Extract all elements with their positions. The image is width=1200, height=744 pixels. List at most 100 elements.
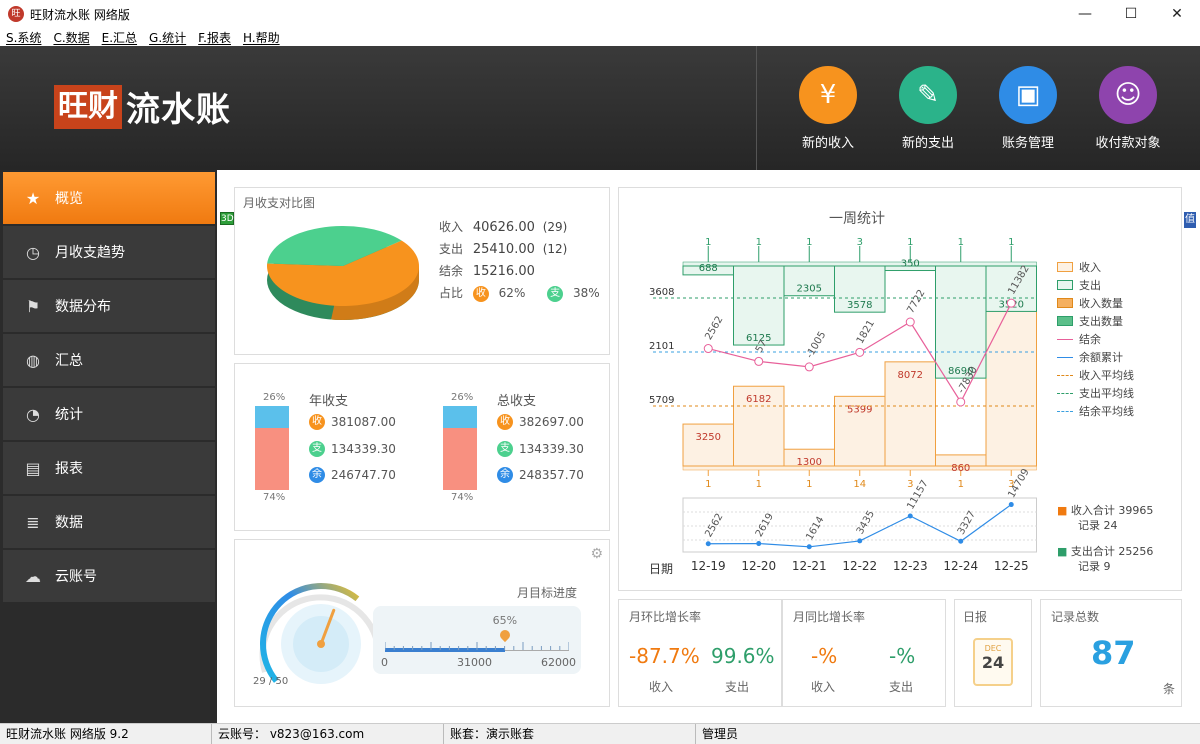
window-title: 旺财流水账 网络版 <box>30 7 130 22</box>
clock-icon: ◷ <box>26 242 40 262</box>
calendar-day: 24 <box>981 653 1005 672</box>
sidebar-item-monthly-trend[interactable]: ◷ 月收支趋势 <box>3 226 215 278</box>
circles-icon: ◍ <box>26 350 40 370</box>
calendar-icon: DEC 24 <box>973 638 1013 686</box>
income-badge: 收 <box>309 414 325 430</box>
account-manage-button[interactable]: ▣ 账务管理 <box>988 66 1068 151</box>
menu-summary[interactable]: E.汇总 <box>102 29 137 46</box>
yoy-expense: -% <box>889 644 916 668</box>
expense-label: 支出 <box>439 242 464 256</box>
sidebar-item-label: 云账号 <box>55 569 97 585</box>
balance-label: 结余 <box>439 264 464 278</box>
total-expense: 134339.30 <box>519 441 584 456</box>
status-bar: 旺财流水账 网络版 9.2 云账号： v823@163.com 账套：演示账套 … <box>0 723 1200 744</box>
value-toggle-badge[interactable]: 值 <box>1184 212 1196 228</box>
balance-avg-line-label: 2101 <box>649 341 674 352</box>
balance-point <box>905 317 915 327</box>
legend-item: 支出数量 <box>1057 312 1177 330</box>
cumulative-point <box>907 513 913 519</box>
monthly-compare-panel: 月收支对比图 收入 40626.00 (29) 支出 25410.00 (12)… <box>234 187 610 355</box>
target-count: 29 / 50 <box>253 676 289 687</box>
expense-count-label: 1 <box>1008 237 1014 248</box>
sidebar-item-cloud[interactable]: ☁ 云账号 <box>3 550 215 602</box>
menu-help[interactable]: H.帮助 <box>243 29 280 46</box>
progress-ticks <box>385 642 569 650</box>
sidebar-item-report[interactable]: ▤ 报表 <box>3 442 215 494</box>
sidebar-item-statistics[interactable]: ◔ 统计 <box>3 388 215 440</box>
year-bottom-pct: 74% <box>263 492 286 503</box>
daily-report-panel[interactable]: 日报 DEC 24 <box>954 599 1032 707</box>
logo-box: 旺财 <box>54 84 122 129</box>
annual-panel: 26% 74% 年收支 收 381087.00 支 134339.30 余 24674… <box>234 363 610 531</box>
expense-count-strip <box>682 261 1037 267</box>
legend-swatch <box>1057 356 1073 358</box>
income-value-label: 8072 <box>898 370 923 381</box>
income-total: 39965 <box>1118 504 1154 517</box>
legend-label: 收入平均线 <box>1079 369 1134 382</box>
expense-count-label: 3 <box>857 237 863 248</box>
cumulative-point <box>705 541 711 547</box>
yoy-income-label: 收入 <box>811 680 836 694</box>
yen-icon: ¥ <box>799 66 857 124</box>
income-label: 收入 <box>439 220 464 234</box>
legend-item: 结余平均线 <box>1057 402 1177 420</box>
records-count: 87 <box>1091 634 1136 672</box>
expense-avg-line-label: 3608 <box>649 287 674 298</box>
close-button[interactable]: ✕ <box>1154 0 1200 28</box>
date-label: 12-25 <box>994 559 1029 573</box>
expense-bar <box>935 265 987 379</box>
year-bar-bottom <box>255 427 289 490</box>
expense-badge: 支 <box>547 285 564 302</box>
balance-point <box>956 397 966 407</box>
mom-income-label: 收入 <box>649 680 674 694</box>
new-expense-button[interactable]: ✎ 新的支出 <box>888 66 968 151</box>
contact-icon: ☺ <box>1099 66 1157 124</box>
legend-label: 余额累计 <box>1079 351 1123 364</box>
progress-marker <box>497 627 512 643</box>
income-total-label: 收入合计 <box>1070 504 1115 517</box>
sidebar-item-distribution[interactable]: ⚑ 数据分布 <box>3 280 215 332</box>
expense-count: (12) <box>542 242 568 256</box>
income-count-label: 1 <box>806 479 812 490</box>
sidebar: ★ 概览 ◷ 月收支趋势 ⚑ 数据分布 ◍ 汇总 ◔ 统计 ▤ 报表 ≣ 数据 … <box>0 170 217 723</box>
menu-data[interactable]: C.数据 <box>53 29 89 46</box>
gear-icon[interactable]: ⚙ <box>590 546 603 562</box>
mom-income: -87.7% <box>629 644 700 668</box>
minimize-button[interactable]: — <box>1062 0 1108 28</box>
monthly-pie-chart <box>267 226 419 320</box>
income-value-label: 3250 <box>696 432 721 443</box>
sidebar-item-data[interactable]: ≣ 数据 <box>3 496 215 548</box>
panel-title: 月环比增长率 <box>629 610 702 624</box>
balance-value-label: 1821 <box>855 318 877 346</box>
new-income-button[interactable]: ¥ 新的收入 <box>788 66 868 151</box>
ratio-label: 占比 <box>439 286 464 300</box>
expense-records-label: 记录 <box>1077 560 1100 573</box>
expense-count-label: 1 <box>756 237 762 248</box>
maximize-button[interactable]: ☐ <box>1108 0 1154 28</box>
payee-button[interactable]: ☺ 收付款对象 <box>1088 66 1168 151</box>
balance-point <box>1006 298 1016 308</box>
3d-toggle-badge[interactable]: 3D <box>220 212 234 225</box>
legend-label: 支出 <box>1079 279 1101 292</box>
pie-icon: ◔ <box>26 404 40 424</box>
income-records-label: 记录 <box>1077 519 1100 532</box>
legend-swatch <box>1057 316 1073 326</box>
total-top-pct: 26% <box>451 392 474 403</box>
sidebar-item-label: 统计 <box>55 407 83 423</box>
menu-system[interactable]: S.系统 <box>6 29 41 46</box>
expense-badge: 支 <box>497 441 513 457</box>
sidebar-item-summary[interactable]: ◍ 汇总 <box>3 334 215 386</box>
cumulative-point <box>1008 502 1014 508</box>
app-icon: 旺 <box>8 6 24 22</box>
status-book: 账套：演示账套 <box>444 723 696 744</box>
chart-title: 一周统计 <box>829 211 885 227</box>
menu-statistics[interactable]: G.统计 <box>149 29 186 46</box>
menu-bar: S.系统 C.数据 E.汇总 G.统计 F.报表 H.帮助 <box>0 28 1200 46</box>
expense-total-label: 支出合计 <box>1070 545 1115 558</box>
expense-count-label: 1 <box>958 237 964 248</box>
expense-value-label: 2305 <box>797 284 822 295</box>
sidebar-item-overview[interactable]: ★ 概览 <box>3 172 215 224</box>
income-badge: 收 <box>497 414 513 430</box>
legend-label: 结余平均线 <box>1079 405 1134 418</box>
menu-report[interactable]: F.报表 <box>198 29 231 46</box>
